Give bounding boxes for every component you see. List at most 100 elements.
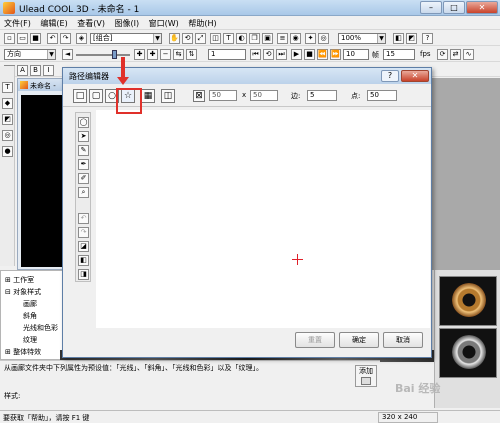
menu-image[interactable]: 图像(I): [111, 16, 143, 29]
undo-path-icon[interactable]: ↶: [78, 213, 89, 224]
close-button[interactable]: ✕: [466, 1, 498, 14]
path-drawing-canvas[interactable]: [96, 110, 430, 328]
redo-path-icon[interactable]: ↷: [78, 227, 89, 238]
globe-object-icon[interactable]: ●: [2, 146, 13, 157]
path-select-icon[interactable]: ◯: [78, 117, 89, 128]
resize-icon[interactable]: ⤢: [195, 33, 206, 44]
help-pointer-icon[interactable]: ?: [422, 33, 433, 44]
render-canvas[interactable]: [21, 95, 64, 267]
tree-item-global-fx[interactable]: ⊞ 整体特效: [5, 347, 41, 357]
arrow-pointer-icon[interactable]: ➤: [78, 131, 89, 142]
reset-button[interactable]: 重置: [295, 332, 335, 348]
remove-key-icon[interactable]: −: [160, 49, 171, 60]
font-size-icon[interactable]: A: [17, 65, 28, 76]
light-icon[interactable]: ✦: [305, 33, 316, 44]
add-frame-icon[interactable]: ✚: [147, 49, 158, 60]
globe-icon[interactable]: ◎: [318, 33, 329, 44]
text-object-icon[interactable]: T: [2, 82, 13, 93]
width-input[interactable]: 50: [209, 90, 237, 101]
maximize-button[interactable]: □: [443, 1, 465, 14]
menu-edit[interactable]: 编辑(E): [36, 16, 70, 29]
redo-icon[interactable]: ↷: [60, 33, 71, 44]
cancel-button[interactable]: 取消: [383, 332, 423, 348]
new-file-icon[interactable]: ▫: [4, 33, 15, 44]
edges-input[interactable]: 5: [307, 90, 337, 101]
bold-icon[interactable]: B: [30, 65, 41, 76]
hand-move-icon[interactable]: ✋: [169, 33, 180, 44]
render-icon[interactable]: ◩: [406, 33, 417, 44]
shape-object-icon[interactable]: ◆: [2, 98, 13, 109]
paste-icon[interactable]: ▣: [262, 33, 273, 44]
italic-icon[interactable]: I: [43, 65, 54, 76]
first-frame-icon[interactable]: ⏮: [250, 49, 261, 60]
convert-icon[interactable]: ◪: [78, 241, 89, 252]
group-select[interactable]: [组合] ▼: [90, 33, 162, 44]
menu-file[interactable]: 文件(F): [0, 16, 34, 29]
add-button[interactable]: 添加: [355, 365, 377, 387]
add-key-icon[interactable]: ✚: [134, 49, 145, 60]
import-pattern-icon[interactable]: ▦: [141, 89, 155, 103]
open-folder-icon[interactable]: ▭: [17, 33, 28, 44]
timeline-thumb[interactable]: [112, 50, 117, 59]
pingpong-icon[interactable]: ⇄: [450, 49, 461, 60]
zoom-icon[interactable]: ⌕: [78, 187, 89, 198]
zoom-select[interactable]: 100% ▼: [338, 33, 386, 44]
gallery-thumb-gold[interactable]: [439, 276, 497, 326]
frame-input[interactable]: 1: [208, 49, 246, 60]
ease-icon[interactable]: ∿: [463, 49, 474, 60]
tree-item-gallery[interactable]: 画廊: [23, 299, 37, 309]
camera-icon[interactable]: ◉: [290, 33, 301, 44]
save-icon[interactable]: ■: [30, 33, 41, 44]
undo-icon[interactable]: ↶: [47, 33, 58, 44]
direction-select[interactable]: 方向 ▼: [4, 49, 56, 60]
graphic-object-icon[interactable]: ◩: [2, 114, 13, 125]
play-icon[interactable]: ▶: [291, 49, 302, 60]
geometry-icon[interactable]: ◐: [236, 33, 247, 44]
loop-play-icon[interactable]: ⟳: [437, 49, 448, 60]
rectangle-icon[interactable]: □: [73, 89, 87, 103]
tree-item-object-style[interactable]: ⊟ 对象样式: [5, 287, 41, 297]
last-frame-icon[interactable]: ⏭: [276, 49, 287, 60]
view-icon[interactable]: ◧: [393, 33, 404, 44]
object-icon[interactable]: ◈: [76, 33, 87, 44]
fps-value: 15: [386, 50, 395, 58]
next-icon[interactable]: ⏩: [330, 49, 341, 60]
height-input[interactable]: 50: [250, 90, 278, 101]
image-icon[interactable]: ◫: [161, 89, 175, 103]
stop-icon[interactable]: ■: [304, 49, 315, 60]
lathe-object-icon[interactable]: ◎: [2, 130, 13, 141]
text-icon[interactable]: T: [223, 33, 234, 44]
dialog-help-button[interactable]: ?: [381, 70, 399, 82]
menu-view[interactable]: 查看(V): [73, 16, 108, 29]
dialog-close-button[interactable]: ✕: [401, 70, 429, 82]
ok-button[interactable]: 确定: [339, 332, 379, 348]
tree-item-texture[interactable]: 纹理: [23, 335, 37, 345]
tree-item-bevel[interactable]: 斜角: [23, 311, 37, 321]
rotate-icon[interactable]: ⟲: [182, 33, 193, 44]
position-icon[interactable]: ◄: [62, 49, 73, 60]
prev-icon[interactable]: ⏪: [317, 49, 328, 60]
loop-icon[interactable]: ⟲: [263, 49, 274, 60]
menu-window[interactable]: 窗口(W): [145, 16, 182, 29]
flip-key-icon[interactable]: ⇅: [186, 49, 197, 60]
tree-item-light-color[interactable]: 光线和色彩: [23, 323, 58, 333]
gallery-thumb-silver[interactable]: [439, 328, 497, 378]
fps-input[interactable]: 15: [383, 49, 415, 60]
align-icon[interactable]: ≡: [277, 33, 288, 44]
copy-icon[interactable]: ❐: [249, 33, 260, 44]
swap-key-icon[interactable]: ⇆: [173, 49, 184, 60]
scale-icon[interactable]: ⊠: [193, 90, 205, 102]
mirror-icon[interactable]: ◨: [78, 269, 89, 280]
minimize-button[interactable]: –: [420, 1, 442, 14]
transform-icon[interactable]: ◧: [78, 255, 89, 266]
edit-object-icon[interactable]: ◫: [210, 33, 221, 44]
pen-icon[interactable]: ✒: [78, 159, 89, 170]
menu-help[interactable]: 帮助(H): [184, 16, 219, 29]
timeline-slider[interactable]: [76, 54, 130, 56]
delete-point-icon[interactable]: ✐: [78, 173, 89, 184]
tree-item-studio[interactable]: ⊞ 工作室: [5, 275, 34, 285]
frame-count-input[interactable]: 10: [343, 49, 369, 60]
add-point-icon[interactable]: ✎: [78, 145, 89, 156]
points-input[interactable]: 50: [367, 90, 397, 101]
square-icon[interactable]: ▢: [89, 89, 103, 103]
